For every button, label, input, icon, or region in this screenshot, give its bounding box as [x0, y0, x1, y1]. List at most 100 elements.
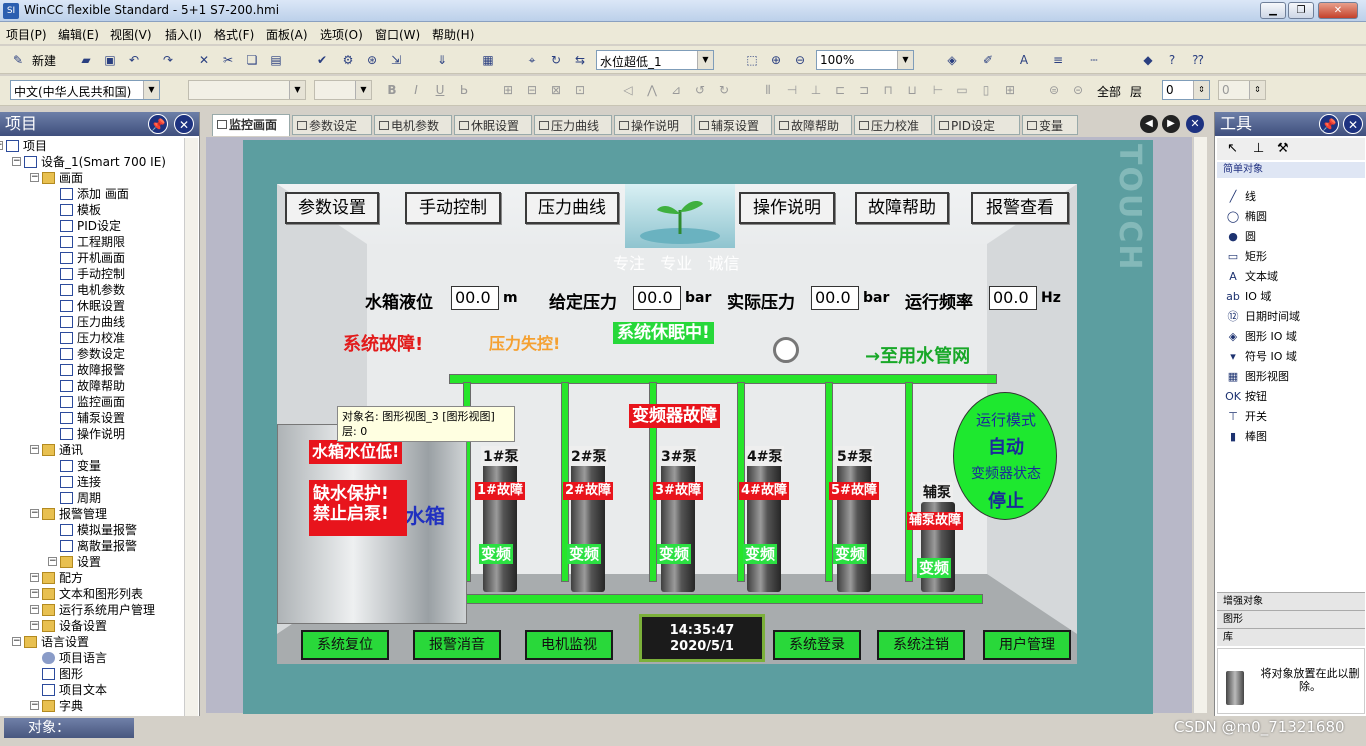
editor-tab[interactable]: 故障帮助 — [774, 115, 852, 135]
zoom-out-icon[interactable]: ⊖ — [792, 52, 808, 68]
expand-toggle-icon[interactable]: − — [30, 701, 39, 710]
menu-edit[interactable]: 编辑(E) — [58, 26, 99, 43]
undo-icon[interactable]: ↶ — [126, 52, 142, 68]
expand-toggle-icon[interactable]: − — [0, 141, 3, 150]
mirror-icon[interactable]: ⋀ — [644, 82, 660, 98]
tree-item[interactable]: 项目语言 — [42, 650, 107, 666]
tree-item[interactable]: 开机画面 — [60, 250, 125, 266]
cut-icon[interactable]: ✂ — [220, 52, 236, 68]
tree-item[interactable]: − 通讯 — [30, 442, 83, 458]
context-help-icon[interactable]: ⁇ — [1190, 52, 1206, 68]
save-icon[interactable]: ▣ — [102, 52, 118, 68]
minimize-button[interactable]: ▁ — [1260, 2, 1286, 19]
chevron-down-icon[interactable]: ▼ — [143, 81, 159, 99]
compile-icon[interactable]: ⚙ — [340, 52, 356, 68]
same-width-icon[interactable]: ⊏ — [832, 82, 848, 98]
expand-toggle-icon[interactable]: − — [12, 637, 21, 646]
tree-item[interactable]: 参数设定 — [60, 346, 125, 362]
align-icon[interactable]: ⇓ — [434, 52, 450, 68]
language-combo[interactable]: 中文(中华人民共和国) ▼ — [10, 80, 160, 100]
system-reset-button[interactable]: 系统复位 — [301, 630, 389, 660]
system-logout-button[interactable]: 系统注销 — [877, 630, 965, 660]
copy-icon[interactable]: ❏ — [244, 52, 260, 68]
tree-item[interactable]: 休眠设置 — [60, 298, 125, 314]
tree-item[interactable]: 图形 — [42, 666, 83, 682]
wrench-icon[interactable]: ⚒ — [1277, 141, 1289, 156]
editor-tab[interactable]: 变量 — [1022, 115, 1078, 135]
maximize-button[interactable]: ❐ — [1288, 2, 1314, 19]
expand-toggle-icon[interactable]: − — [30, 589, 39, 598]
tool-item[interactable]: ▾ 符号 IO 域 — [1225, 350, 1297, 364]
front-icon[interactable]: ▭ — [954, 82, 970, 98]
editor-tab[interactable]: 压力曲线 — [534, 115, 612, 135]
tool-item[interactable]: ● 圆 — [1225, 230, 1256, 244]
actual-pressure-field[interactable]: 00.0 — [811, 286, 859, 310]
expand-toggle-icon[interactable]: − — [12, 157, 21, 166]
tree-item[interactable]: 监控画面 — [60, 394, 125, 410]
tool-item[interactable]: A 文本域 — [1225, 270, 1278, 284]
font-size-combo[interactable]: ▼ — [314, 80, 372, 100]
tool-item[interactable]: OK 按钮 — [1225, 390, 1267, 404]
new-icon[interactable]: ✎ — [10, 52, 26, 68]
layer-icon[interactable]: ⊜ — [1046, 82, 1062, 98]
tree-item[interactable]: − 设备_1(Smart 700 IE) — [12, 154, 166, 170]
tab-close-icon[interactable]: ✕ — [1186, 115, 1204, 133]
tool-item[interactable]: ab IO 域 — [1225, 290, 1271, 304]
tree-item[interactable]: 连接 — [60, 474, 101, 490]
spin-icon[interactable]: ⇕ — [1193, 81, 1209, 99]
tree-item[interactable]: 周期 — [60, 490, 101, 506]
tree-item[interactable]: 模板 — [60, 202, 101, 218]
expand-toggle-icon[interactable]: − — [30, 509, 39, 518]
redo-icon[interactable]: ↷ — [160, 52, 176, 68]
tree-item[interactable]: − 报警管理 — [30, 506, 107, 522]
pointer-icon[interactable]: ↖ — [1227, 141, 1238, 156]
italic-icon[interactable]: I — [408, 82, 424, 98]
underline-icon[interactable]: U — [432, 82, 448, 98]
close-pane-icon[interactable]: ✕ — [174, 114, 194, 134]
system-login-button[interactable]: 系统登录 — [773, 630, 861, 660]
delete-icon[interactable]: ✕ — [196, 52, 212, 68]
align-justify-icon[interactable]: ⊡ — [572, 82, 588, 98]
tree-item[interactable]: − 运行系统用户管理 — [30, 602, 155, 618]
center-v-icon[interactable]: ⊢ — [930, 82, 946, 98]
pressure-curve-button[interactable]: 压力曲线 — [525, 192, 619, 224]
tool-item[interactable]: ▦ 图形视图 — [1225, 370, 1289, 384]
menu-window[interactable]: 窗口(W) — [375, 26, 420, 43]
tree-item[interactable]: − 设置 — [48, 554, 101, 570]
operation-guide-button[interactable]: 操作说明 — [739, 192, 835, 224]
fault-help-button[interactable]: 故障帮助 — [855, 192, 949, 224]
expand-toggle-icon[interactable]: − — [30, 445, 39, 454]
tree-item[interactable]: 故障帮助 — [60, 378, 125, 394]
tree-item[interactable]: − 字典 — [30, 698, 83, 714]
expand-toggle-icon[interactable]: − — [30, 605, 39, 614]
alarm-view-button[interactable]: 报警查看 — [971, 192, 1069, 224]
menu-panel[interactable]: 面板(A) — [266, 26, 308, 43]
transfer-icon[interactable]: ⇲ — [388, 52, 404, 68]
objects-tab[interactable]: 对象： — [4, 718, 134, 738]
fill-color-icon[interactable]: ◈ — [944, 52, 960, 68]
layer-all-label[interactable]: 全部 — [1097, 83, 1121, 100]
menu-insert[interactable]: 插入(I) — [165, 26, 202, 43]
tree-item[interactable]: 变量 — [60, 458, 101, 474]
expand-toggle-icon[interactable]: − — [30, 573, 39, 582]
zoom-area-icon[interactable]: ⬚ — [744, 52, 760, 68]
bold-icon[interactable]: B — [384, 82, 400, 98]
tab-next-icon[interactable]: ▶ — [1162, 115, 1180, 133]
menu-project[interactable]: 项目(P) — [6, 26, 47, 43]
recycle-area[interactable]: 将对象放置在此以删除。 — [1217, 648, 1365, 714]
editor-tab[interactable]: 监控画面 — [212, 114, 290, 136]
tree-item[interactable]: 辅泵设置 — [60, 410, 125, 426]
distribute-h-icon[interactable]: ⊣ — [784, 82, 800, 98]
line-color-icon[interactable]: ✐ — [980, 52, 996, 68]
editor-scrollbar[interactable] — [1193, 137, 1207, 713]
tree-item[interactable]: − 语言设置 — [12, 634, 89, 650]
font-color-icon[interactable]: A — [1016, 52, 1032, 68]
refresh-icon[interactable]: ↻ — [548, 52, 564, 68]
editor-tab[interactable]: 电机参数 — [374, 115, 452, 135]
tool-item[interactable]: ╱ 线 — [1225, 190, 1256, 204]
editor-tab[interactable]: 压力校准 — [854, 115, 932, 135]
menu-view[interactable]: 视图(V) — [110, 26, 152, 43]
line-style-icon[interactable]: ≡ — [1050, 52, 1066, 68]
open-icon[interactable]: ▰ — [78, 52, 94, 68]
font-combo[interactable]: ▼ — [188, 80, 306, 100]
